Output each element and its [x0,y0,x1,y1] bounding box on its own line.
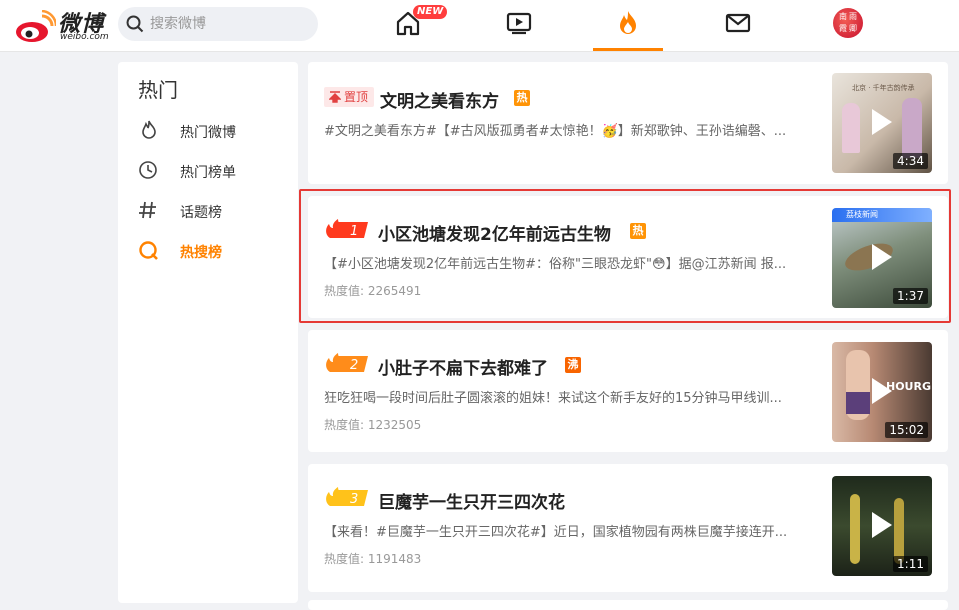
hot-tag: 热 [514,90,530,106]
thumbnail-figure [902,98,922,158]
sidebar-item-topics[interactable]: 话题榜 [138,198,288,222]
sidebar: 热门 热门微博 热门榜单 话题榜 热搜榜 [118,62,298,603]
avatar-char: 卿 [849,24,857,33]
pinned-badge: 置顶 [324,87,375,107]
selected-card-highlight [299,189,951,323]
heat-number: 1232505 [367,418,422,432]
play-icon [872,512,892,538]
sidebar-item-label: 话题榜 [180,205,222,221]
avatar-char: 雨 [849,12,857,21]
hot-flame-icon[interactable] [613,8,643,38]
card-title[interactable]: 巨魔芋一生只开三四次花 [378,488,565,513]
video-duration: 15:02 [885,422,928,438]
search-input[interactable] [150,13,310,35]
video-thumbnail[interactable]: 1:11 [832,476,932,576]
sidebar-item-hot-search[interactable]: 热搜榜 [138,238,288,262]
sidebar-item-label: 热门榜单 [180,165,236,181]
card-title[interactable]: 小肚子不扁下去都难了 [378,354,548,379]
rank-3-flame-icon: 3 [326,487,368,507]
heat-number: 1191483 [367,552,422,566]
heat-value: 热度值: 1232505 [324,416,421,433]
search-q-icon [139,241,158,260]
heat-value: 热度值: 1191483 [324,550,421,567]
card-description[interactable]: #文明之美看东方#【#古风版孤勇者#太惊艳！🥳】新郑歌钟、王孙诰编磬、... [324,120,814,139]
card-description[interactable]: 【来看！#巨魔芋一生只开三四次花#】近日，国家植物园有两株巨魔芋接连开... [324,521,814,540]
active-tab-indicator [593,48,663,51]
clock-icon [139,161,157,179]
sidebar-item-label: 热门微博 [180,125,236,141]
user-avatar[interactable]: 南 雨 霞 卿 [833,8,863,38]
feed-card-pinned[interactable]: 置顶 文明之美看东方 热 #文明之美看东方#【#古风版孤勇者#太惊艳！🥳】新郑歌… [308,62,948,184]
avatar-char: 霞 [839,24,847,33]
heat-label: 热度值: [324,552,365,566]
weibo-eye-logo-icon [16,10,56,42]
weibo-logo[interactable]: 微博 weibo.com [14,6,109,46]
logo-subtext: weibo.com [60,32,109,42]
video-thumbnail[interactable]: HOURG 15:02 [832,342,932,442]
rank-number: 3 [350,492,358,507]
thumbnail-plant [850,494,860,564]
card-description[interactable]: 狂吃狂喝一段时间后肚子圆滚滚的姐妹！来试这个新手友好的15分钟马甲线训... [324,387,814,406]
hot-search-card-2[interactable]: 2 小肚子不扁下去都难了 沸 狂吃狂喝一段时间后肚子圆滚滚的姐妹！来试这个新手友… [308,330,948,452]
play-icon [872,378,892,404]
rank-2-flame-icon: 2 [326,353,368,373]
mail-icon[interactable] [723,8,753,38]
heat-label: 热度值: [324,418,365,432]
rank-number: 2 [350,358,358,373]
search-box[interactable] [118,7,318,41]
video-icon[interactable] [504,8,534,38]
pin-arrow-icon [329,91,341,103]
avatar-char: 南 [839,12,847,21]
thumbnail-caption: 北京 · 千年古韵传承 [852,84,915,92]
thumbnail-figure [846,392,870,414]
video-duration: 4:34 [893,153,928,169]
next-card-edge [308,600,948,610]
sidebar-item-hot-weibo[interactable]: 热门微博 [138,118,288,142]
new-badge: NEW [413,5,448,19]
hashtag-icon [139,201,156,219]
video-duration: 1:11 [893,556,928,572]
play-icon [872,109,892,135]
card-title[interactable]: 文明之美看东方 [380,87,499,112]
sidebar-item-label: 热搜榜 [180,245,222,261]
pinned-label: 置顶 [344,90,369,104]
hot-search-card-3[interactable]: 3 巨魔芋一生只开三四次花 【来看！#巨魔芋一生只开三四次花#】近日，国家植物园… [308,464,948,592]
thumbnail-plant [894,498,904,564]
flame-outline-icon [142,120,156,139]
thumbnail-figure [842,103,860,153]
boil-tag: 沸 [565,357,581,373]
sidebar-title: 热门 [138,78,178,102]
top-navigation-bar: 微博 weibo.com NEW 南 雨 霞 卿 [0,0,959,52]
search-icon [126,15,144,33]
thumbnail-caption: HOURG [886,380,931,393]
video-thumbnail[interactable]: 北京 · 千年古韵传承 4:34 [832,73,932,173]
sidebar-item-hot-list[interactable]: 热门榜单 [138,158,288,182]
